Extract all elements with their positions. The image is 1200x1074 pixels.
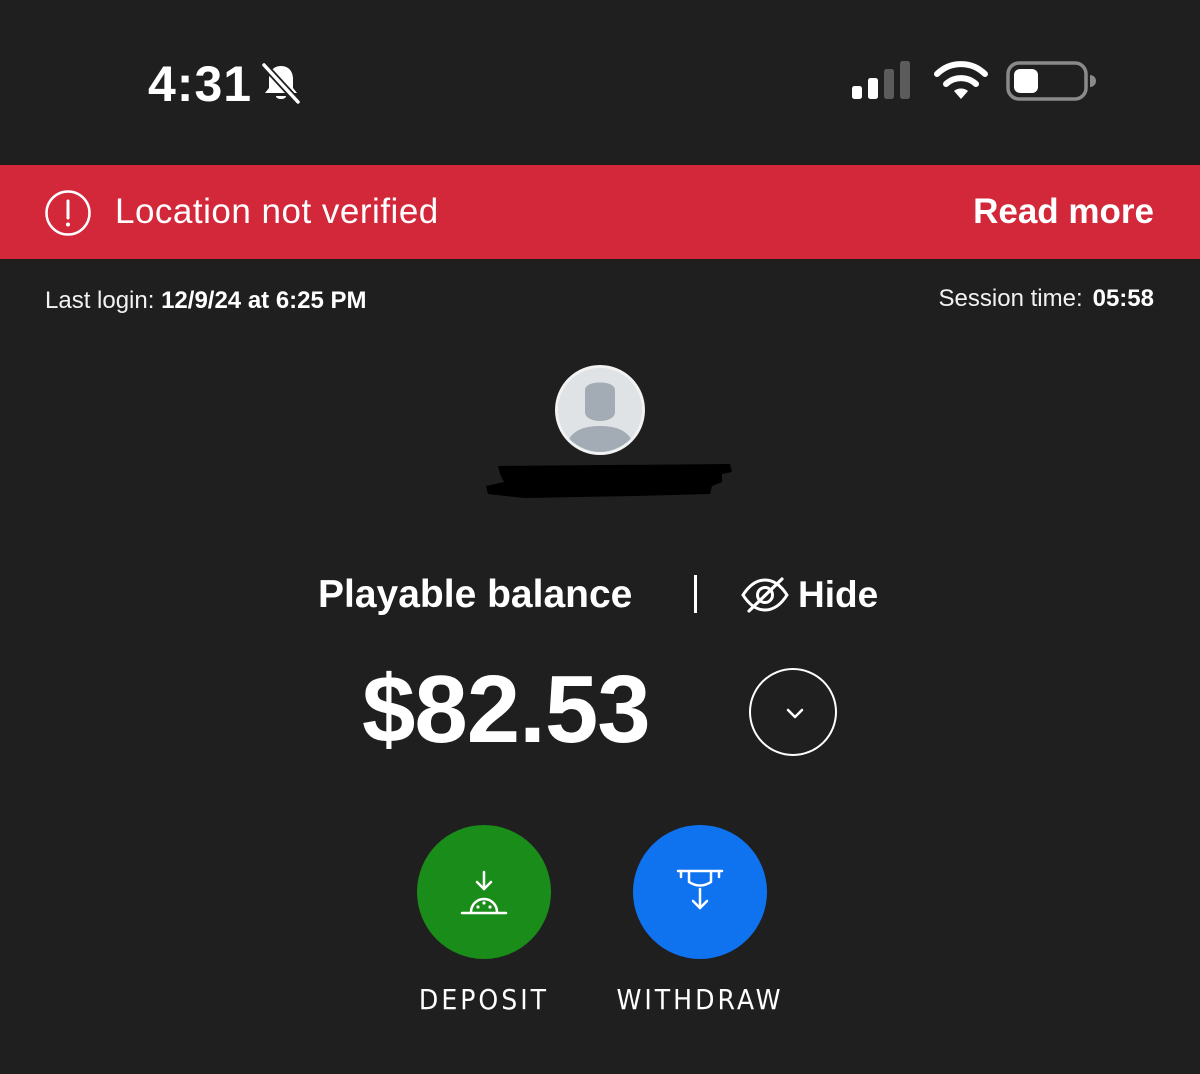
session-time-label: Session time: <box>938 285 1083 312</box>
withdraw-button[interactable]: WITHDRAW <box>605 825 795 1017</box>
status-bar: 4:31 <box>0 0 1200 165</box>
last-login-value: 12/9/24 at 6:25 PM <box>161 287 367 314</box>
balance-details-button[interactable] <box>749 668 837 756</box>
deposit-icon <box>460 870 508 915</box>
read-more-link[interactable]: Read more <box>973 190 1154 234</box>
session-time: Session time: 05:58 <box>939 284 1154 314</box>
deposit-button[interactable]: DEPOSIT <box>389 825 579 1017</box>
eye-slash-icon <box>741 577 789 613</box>
last-login-label: Last login: <box>45 287 155 314</box>
chevron-down-icon <box>786 708 804 719</box>
wifi-icon <box>934 61 988 99</box>
user-silhouette-icon <box>558 368 642 452</box>
alert-message: Location not verified <box>115 192 439 231</box>
redacted-username <box>486 464 732 498</box>
session-time-value: 05:58 <box>1092 285 1154 312</box>
exclamation-circle-icon <box>45 190 91 236</box>
hide-balance-toggle[interactable]: Hide <box>740 571 890 619</box>
deposit-circle[interactable] <box>417 825 551 959</box>
balance-amount: $82.53 <box>362 656 651 763</box>
balance-divider <box>694 575 697 613</box>
avatar[interactable] <box>555 365 645 455</box>
last-login: Last login: 12/9/24 at 6:25 PM <box>45 286 367 316</box>
hide-label: Hide <box>798 574 879 615</box>
deposit-label: DEPOSIT <box>418 983 550 1016</box>
status-time: 4:31 <box>148 56 253 112</box>
battery-icon <box>1006 61 1096 101</box>
withdraw-label: WITHDRAW <box>616 983 784 1016</box>
withdraw-circle[interactable] <box>633 825 767 959</box>
account-screen: 4:31 Location not verified Read more Las… <box>0 0 1200 1074</box>
bell-slash-icon <box>261 62 301 105</box>
playable-balance-label: Playable balance <box>318 573 633 616</box>
withdraw-icon <box>676 869 724 910</box>
cellular-signal-icon <box>852 61 910 99</box>
